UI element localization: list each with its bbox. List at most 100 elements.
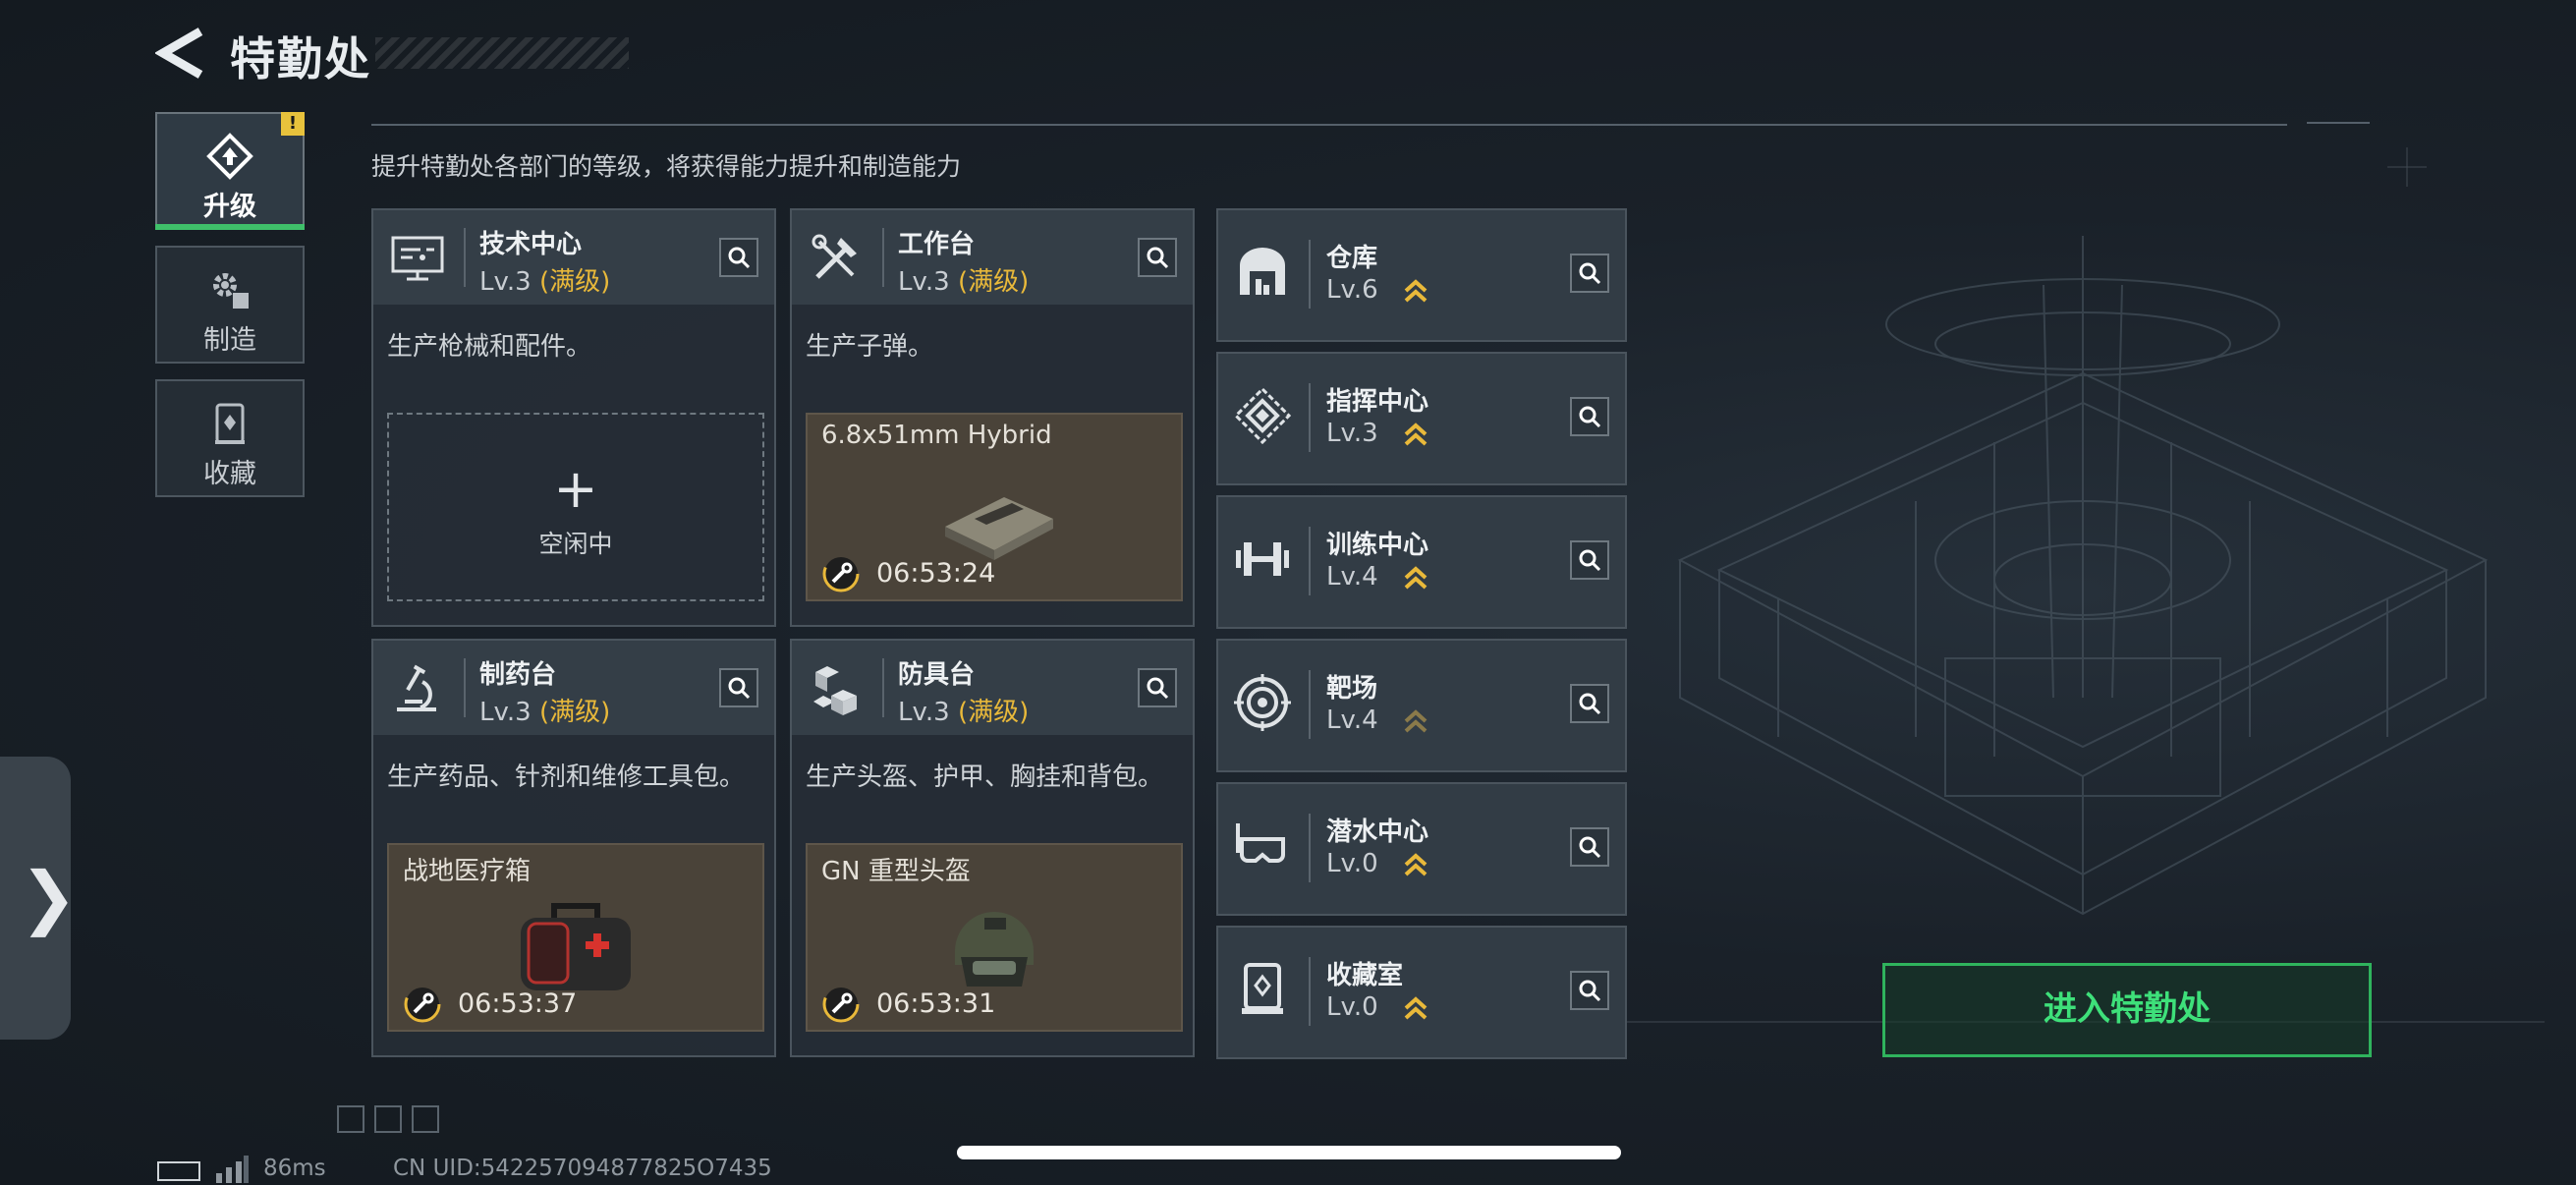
inspect-button[interactable] <box>1138 668 1177 707</box>
inspect-button[interactable] <box>1570 397 1609 436</box>
row-divider <box>1309 957 1311 1026</box>
facility-level: Lv.6 <box>1326 275 1378 305</box>
sidebar-item-label: 升级 <box>203 192 256 222</box>
facility-card-tech-center: 技术中心 Lv.3 (满级) 生产枪械和配件。 + 空闲中 <box>371 208 776 627</box>
magnifier-icon <box>1579 980 1601 1002</box>
facility-row-command-center[interactable]: 指挥中心 Lv.3 <box>1216 352 1627 485</box>
collection-icon <box>215 403 245 444</box>
row-divider <box>1309 240 1311 309</box>
sidebar-item-collection[interactable]: 收藏 <box>155 379 305 497</box>
ping-readout: 86ms <box>263 1156 326 1181</box>
footer-squares-decoration <box>337 1105 439 1133</box>
production-slot-busy[interactable]: 战地医疗箱 06:53:37 <box>387 843 764 1032</box>
monitor-icon <box>391 236 444 281</box>
max-level-tag: (满级) <box>957 267 1030 297</box>
battery-icon <box>157 1161 200 1181</box>
facility-name: 收藏室 <box>1326 961 1404 990</box>
title-hatch-decoration <box>375 37 629 69</box>
target-icon <box>1234 674 1291 731</box>
upgrade-chevrons-icon <box>1404 566 1428 590</box>
inspect-button[interactable] <box>1570 971 1609 1010</box>
header-divider-end <box>2307 122 2370 124</box>
wrench-timer-icon <box>822 986 860 1023</box>
facility-row-training-center[interactable]: 训练中心 Lv.4 <box>1216 495 1627 629</box>
facility-name: 潜水中心 <box>1326 818 1429 847</box>
inspect-button[interactable] <box>1570 540 1609 580</box>
page-title: 特勤处 <box>230 32 371 85</box>
magnifier-icon <box>1579 549 1601 572</box>
gears-icon <box>213 273 249 309</box>
alert-badge: ! <box>281 112 305 136</box>
craft-timer: 06:53:24 <box>876 558 996 589</box>
magnifier-icon <box>1579 406 1601 428</box>
max-level-tag: (满级) <box>957 698 1030 727</box>
inspect-button[interactable] <box>1570 827 1609 867</box>
inspect-button[interactable] <box>719 238 758 277</box>
facility-level: Lv.3 (满级) <box>479 692 610 728</box>
row-divider <box>1309 527 1311 595</box>
facility-name: 制药台 <box>479 660 557 690</box>
row-divider <box>1309 383 1311 452</box>
facility-name: 工作台 <box>898 230 976 259</box>
back-arrow-icon[interactable] <box>155 28 204 79</box>
facility-card-pharmacy: 制药台 Lv.3 (满级) 生产药品、针剂和维修工具包。 战地医疗箱 06:53… <box>371 639 776 1057</box>
inspect-button[interactable] <box>1570 684 1609 723</box>
facility-level: Lv.4 <box>1326 562 1378 592</box>
facility-name: 仓库 <box>1326 244 1378 273</box>
row-divider <box>1309 814 1311 882</box>
inspect-button[interactable] <box>1138 238 1177 277</box>
facility-card-workbench: 工作台 Lv.3 (满级) 生产子弹。 6.8x51mm Hybrid 06:5… <box>790 208 1195 627</box>
signal-bars-icon <box>216 1156 249 1183</box>
user-uid: CN UID:542257094877825O7435 <box>393 1156 772 1181</box>
slot-status: 空闲中 <box>538 530 613 558</box>
tools-icon <box>812 234 857 279</box>
card-header: 制药台 Lv.3 (满级) <box>373 641 774 735</box>
inspect-button[interactable] <box>719 668 758 707</box>
medkit-image <box>521 903 631 990</box>
facility-row-shooting-range[interactable]: 靶场 Lv.4 <box>1216 639 1627 772</box>
sidebar-item-craft[interactable]: 制造 <box>155 246 305 364</box>
warehouse-icon <box>1240 248 1285 295</box>
command-icon <box>1233 386 1292 445</box>
facility-name: 指挥中心 <box>1326 387 1429 417</box>
enter-special-ops-button[interactable]: 进入特勤处 <box>1882 963 2372 1057</box>
card-divider <box>464 228 466 287</box>
facility-level: Lv.3 (满级) <box>898 261 1029 298</box>
facility-level: Lv.3 (满级) <box>898 692 1029 728</box>
ammo-box-image <box>945 497 1053 560</box>
facility-level: Lv.3 (满级) <box>479 261 610 298</box>
item-name: GN 重型头盔 <box>821 857 971 886</box>
display-case-icon <box>1242 963 1283 1014</box>
magnifier-icon <box>1147 247 1169 269</box>
magnifier-icon <box>1579 262 1601 285</box>
facility-name: 技术中心 <box>479 230 583 259</box>
base-schematic-background <box>1621 147 2545 1023</box>
sidebar-active-indicator <box>155 224 305 230</box>
item-name: 战地医疗箱 <box>403 857 532 886</box>
microscope-icon <box>397 664 436 711</box>
facility-description: 生产药品、针剂和维修工具包。 <box>387 762 746 792</box>
card-divider <box>882 228 884 287</box>
card-header: 防具台 Lv.3 (满级) <box>792 641 1193 735</box>
upgrade-chevrons-icon <box>1404 423 1428 446</box>
upgrade-chevrons-icon <box>1404 853 1428 876</box>
production-slot-busy[interactable]: GN 重型头盔 06:53:31 <box>806 843 1183 1032</box>
chevron-right-icon[interactable]: ❯ <box>20 857 78 937</box>
production-slot-busy[interactable]: 6.8x51mm Hybrid 06:53:24 <box>806 413 1183 601</box>
sidebar-item-label: 制造 <box>203 325 256 356</box>
magnifier-icon <box>1579 836 1601 859</box>
inspect-button[interactable] <box>1570 254 1609 293</box>
craft-timer: 06:53:31 <box>876 988 996 1019</box>
dumbbell-icon <box>1236 542 1289 576</box>
home-indicator[interactable] <box>957 1146 1621 1159</box>
facility-level: Lv.4 <box>1326 705 1378 735</box>
facility-row-diving-center[interactable]: 潜水中心 Lv.0 <box>1216 782 1627 916</box>
facility-row-collection-room[interactable]: 收藏室 Lv.0 <box>1216 926 1627 1059</box>
level-text: Lv.3 <box>898 698 950 727</box>
sidebar-item-label: 收藏 <box>203 459 256 489</box>
magnifier-icon <box>728 677 751 700</box>
max-level-tag: (满级) <box>538 698 611 727</box>
max-level-tag: (满级) <box>538 267 611 297</box>
facility-row-warehouse[interactable]: 仓库 Lv.6 <box>1216 208 1627 342</box>
production-slot-empty[interactable]: + 空闲中 <box>387 413 764 601</box>
